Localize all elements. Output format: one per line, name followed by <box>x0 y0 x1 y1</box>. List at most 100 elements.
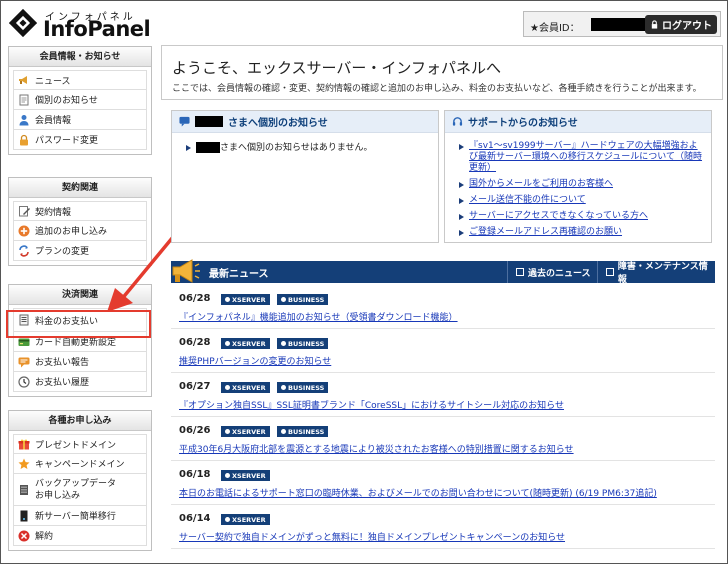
sidebar-item-label-line1: バックアップデータ <box>35 478 117 489</box>
sidebar-item-payment-report[interactable]: お支払い報告 <box>13 352 147 372</box>
sidebar-item-campaign-domain[interactable]: キャンペーンドメイン <box>13 454 147 474</box>
news-link[interactable]: 本日のお電話によるサポート窓口の臨時休業、およびメールでのお問い合わせについて(… <box>179 486 657 499</box>
personal-notice-panel: さまへ個別のお知らせ さまへ個別のお知らせはありません。 <box>171 110 439 243</box>
news-item: 06/18 XSERVER 本日のお電話によるサポート窓口の臨時休業、およびメー… <box>171 469 715 505</box>
infopanel-logo[interactable]: インフォパネル InfoPanel <box>9 7 151 41</box>
gear-icon <box>225 429 230 434</box>
past-news-link[interactable]: 過去のニュース <box>507 261 595 283</box>
main-content: ようこそ、エックスサーバー・インフォパネルへ ここでは、会員情報の確認・変更、契… <box>161 45 725 564</box>
member-name-redacted <box>195 116 223 127</box>
sidebar-item-label: パスワード変更 <box>35 136 99 146</box>
news-link[interactable]: 『インフォパネル』機能追加のお知らせ（受領書ダウンロード機能） <box>179 310 458 323</box>
lock-icon <box>651 20 658 29</box>
gear-icon <box>225 473 230 478</box>
sidebar-item-personal-notice[interactable]: 個別のお知らせ <box>13 90 147 110</box>
padlock-icon <box>20 134 28 145</box>
news-link[interactable]: 推奨PHPバージョンの変更のお知らせ <box>179 354 331 367</box>
news-link[interactable]: 『オプション独自SSL』SSL証明書ブランド「CoreSSL」におけるサイトシー… <box>179 398 564 411</box>
support-notice-title-text: サポートからのお知らせ <box>468 118 578 129</box>
gear-icon <box>281 429 286 434</box>
server-icon <box>20 484 28 495</box>
sidebar-item-member-info[interactable]: 会員情報 <box>13 110 147 130</box>
news-link[interactable]: サーバー契約で独自ドメインがずっと無料に！独自ドメインプレゼントキャンペーンのお… <box>179 530 565 543</box>
news-link[interactable]: 平成30年6月大阪府北部を震源とする地震により被災されたお客様への特別措置に関す… <box>179 442 574 455</box>
maintenance-info-label: 障害・メンテナンス情報 <box>617 262 708 285</box>
gift-icon <box>18 439 30 450</box>
news-date: 06/28 <box>179 293 211 304</box>
support-notice-item[interactable]: サーバーにアクセスできなくなっている方へ <box>459 211 705 222</box>
sidebar-item-server-migration[interactable]: 新サーバー簡単移行 <box>13 506 147 526</box>
tag-xserver: XSERVER <box>221 426 270 437</box>
sidebar-item-cancellation[interactable]: 解約 <box>13 526 147 546</box>
news-date: 06/28 <box>179 337 211 348</box>
support-notice-link[interactable]: メール送信不能の件について <box>469 195 586 205</box>
sidebar-section-title: 契約関連 <box>9 178 151 198</box>
logo-diamond-icon <box>9 9 37 37</box>
logo-text: InfoPanel <box>43 17 151 41</box>
sidebar-section-member: 会員情報・お知らせ ニュース 個別のお知らせ 会員情報 パスワード変更 <box>8 46 152 155</box>
tag-label: BUSINESS <box>288 383 325 392</box>
personal-notice-message-text: さまへ個別のお知らせはありません。 <box>220 143 373 153</box>
maintenance-info-link[interactable]: 障害・メンテナンス情報 <box>597 261 715 285</box>
sidebar-item-present-domain[interactable]: プレゼントドメイン <box>13 434 147 454</box>
sidebar-item-password[interactable]: パスワード変更 <box>13 130 147 150</box>
sidebar-item-label: 新サーバー簡単移行 <box>35 512 116 522</box>
megaphone-icon <box>172 259 200 283</box>
tag-label: XSERVER <box>232 383 266 392</box>
sidebar-item-label: 契約情報 <box>35 207 72 218</box>
sidebar-item-label: プランの変更 <box>35 247 90 257</box>
plus-circle-icon <box>18 225 30 236</box>
support-notice-link[interactable]: 国外からメールをご利用のお客様へ <box>469 179 613 189</box>
news-item: 06/28 XSERVER BUSINESS 『インフォパネル』機能追加のお知ら… <box>171 293 715 329</box>
support-notice-item[interactable]: メール送信不能の件について <box>459 195 705 206</box>
support-notice-item[interactable]: 国外からメールをご利用のお客様へ <box>459 179 705 190</box>
member-name-redacted <box>196 142 220 153</box>
tag-label: XSERVER <box>232 295 266 304</box>
clock-icon <box>18 375 30 388</box>
news-date: 06/18 <box>179 469 211 480</box>
tag-business: BUSINESS <box>277 426 329 437</box>
logout-button[interactable]: ログアウト <box>645 15 717 34</box>
news-date: 06/27 <box>179 381 211 392</box>
sidebar-item-backup-data[interactable]: バックアップデータ お申し込み <box>13 474 147 506</box>
cancel-circle-icon <box>18 530 30 541</box>
support-notice-panel: サポートからのお知らせ 『sv1～sv1999サーバー』ハードウェアの大幅増強お… <box>444 110 712 243</box>
user-icon <box>19 114 29 125</box>
contract-pen-icon <box>19 206 30 217</box>
past-news-label: 過去のニュース <box>528 268 591 279</box>
tag-xserver: XSERVER <box>221 470 270 481</box>
welcome-panel: ようこそ、エックスサーバー・インフォパネルへ ここでは、会員情報の確認・変更、契… <box>161 45 723 100</box>
tag-label: XSERVER <box>232 339 266 348</box>
member-info-box: ★会員ID： ログアウト <box>523 11 721 37</box>
support-notice-item[interactable]: ご登録メールアドレス再確認のお願い <box>459 227 705 238</box>
support-notice-link[interactable]: ご登録メールアドレス再確認のお願い <box>469 227 622 237</box>
chat-bubble-icon <box>18 357 30 367</box>
sidebar-item-label: ニュース <box>35 76 71 87</box>
sidebar-item-news[interactable]: ニュース <box>13 70 147 90</box>
support-notice-link[interactable]: サーバーにアクセスできなくなっている方へ <box>469 211 648 221</box>
sidebar-item-label: お支払い報告 <box>35 358 90 368</box>
sidebar-item-label: 解約 <box>35 532 54 542</box>
tag-label: XSERVER <box>232 427 266 436</box>
support-notice-item[interactable]: 『sv1～sv1999サーバー』ハードウェアの大幅増強および最新サーバー環境への… <box>459 141 705 174</box>
personal-notice-message: さまへ個別のお知らせはありません。 <box>186 142 428 154</box>
tag-business: BUSINESS <box>277 294 329 305</box>
sidebar-item-label: 会員情報 <box>35 116 72 126</box>
news-date: 06/14 <box>179 513 211 524</box>
sidebar-item-label-line2: お申し込み <box>35 490 81 501</box>
arrow-box-icon <box>606 268 614 276</box>
document-icon <box>19 94 29 105</box>
support-notice-link[interactable]: 『sv1～sv1999サーバー』ハードウェアの大幅増強および最新サーバー環境への… <box>469 141 702 173</box>
sidebar-item-payment-history[interactable]: お支払い履歴 <box>13 372 147 392</box>
gear-icon <box>225 341 230 346</box>
sidebar-item-label: お支払い履歴 <box>35 378 90 388</box>
news-title: 最新ニュース <box>209 268 269 280</box>
sidebar-section-title: 会員情報・お知らせ <box>9 47 151 67</box>
tag-label: BUSINESS <box>288 339 325 348</box>
tag-xserver: XSERVER <box>221 338 270 349</box>
member-id-label: ★会員ID： <box>530 23 580 34</box>
arrow-box-icon <box>516 268 524 276</box>
news-date: 06/26 <box>179 425 211 436</box>
gear-icon <box>225 385 230 390</box>
tag-xserver: XSERVER <box>221 514 270 525</box>
